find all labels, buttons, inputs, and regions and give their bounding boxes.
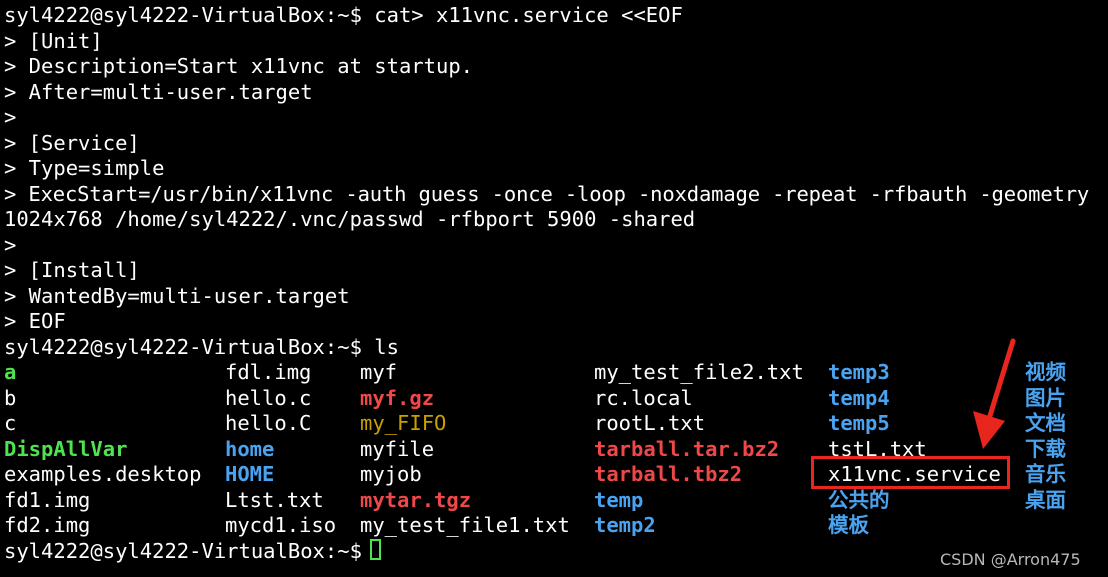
file-entry: temp3: [828, 360, 890, 384]
file-entry: 图片: [1025, 385, 1066, 410]
file-entry: rc.local: [594, 385, 693, 410]
terminal-prompt: syl4222@syl4222-VirtualBox:~$: [4, 539, 375, 563]
terminal-cursor[interactable]: [370, 539, 381, 560]
file-entry: home: [225, 436, 275, 461]
file-entry: 视频: [1025, 360, 1066, 384]
terminal-line: syl4222@syl4222-VirtualBox:~$ cat> x11vn…: [4, 3, 683, 27]
file-entry: my_test_file2.txt: [594, 360, 804, 384]
file-entry: 音乐: [1025, 462, 1066, 486]
file-entry: fd2.img: [4, 513, 91, 537]
file-entry: mytar.tgz: [360, 487, 472, 512]
ls-row: b hello.c myf.gz rc.local temp4 图片: [0, 386, 1108, 411]
annotation-arrow-icon: [973, 338, 1016, 449]
file-entry: hello.c: [225, 385, 312, 410]
file-entry: my_test_file1.txt: [360, 513, 570, 537]
file-entry: hello.C: [225, 411, 312, 435]
file-entry: fd1.img: [4, 487, 91, 512]
terminal-line: >: [4, 105, 17, 129]
file-entry: temp: [594, 487, 644, 512]
file-entry: mycd1.iso: [225, 513, 337, 537]
file-entry: my_FIFO: [360, 411, 447, 435]
highlight-box: [811, 456, 1010, 489]
file-entry: temp4: [828, 385, 890, 410]
file-entry: c: [4, 411, 17, 435]
terminal-line: >: [4, 233, 17, 257]
terminal-line: > After=multi-user.target: [4, 80, 313, 104]
file-entry: 桌面: [1025, 487, 1066, 512]
terminal-line: > [Install]: [4, 258, 140, 282]
terminal-prompt-line: syl4222@syl4222-VirtualBox:~$ ls: [4, 335, 399, 359]
file-entry: tarball.tbz2: [594, 462, 743, 486]
file-entry: myf: [360, 360, 398, 384]
file-entry: myfile: [360, 436, 435, 461]
file-entry: 公共的: [828, 487, 890, 512]
file-entry: a: [4, 360, 17, 384]
terminal-line: > [Service]: [4, 131, 140, 155]
terminal-line: > EOF: [4, 309, 66, 333]
terminal-line: > Type=simple: [4, 156, 165, 180]
file-entry: 下载: [1025, 436, 1066, 461]
terminal-line: > [Unit]: [4, 29, 103, 53]
file-entry: HOME: [225, 462, 275, 486]
terminal-line: > WantedBy=multi-user.target: [4, 284, 350, 308]
file-entry: rootL.txt: [594, 411, 706, 435]
file-entry: 模板: [828, 513, 869, 537]
file-entry: myjob: [360, 462, 422, 486]
file-entry: fdl.img: [225, 360, 312, 384]
file-entry: temp5: [828, 411, 890, 435]
file-entry: temp2: [594, 513, 656, 537]
watermark: CSDN @Arron475: [940, 550, 1081, 569]
file-entry: b: [4, 385, 17, 410]
file-entry: tarball.tar.bz2: [594, 436, 780, 461]
file-entry: Ltst.txt: [225, 487, 324, 512]
ls-row: fd2.img mycd1.iso my_test_file1.txt temp2 模板: [0, 513, 1108, 538]
file-entry: 文档: [1025, 411, 1066, 435]
terminal-line: > Description=Start x11vnc at startup.: [4, 54, 473, 78]
terminal-window[interactable]: syl4222@syl4222-VirtualBox:~$ cat> x11vn…: [0, 0, 1108, 577]
file-entry: examples.desktop: [4, 462, 202, 486]
file-entry: myf.gz: [360, 385, 435, 410]
ls-row: c hello.C my_FIFO rootL.txt temp5 文档: [0, 411, 1108, 436]
ls-row: fd1.img Ltst.txt mytar.tgz temp 公共的 桌面: [0, 488, 1108, 513]
terminal-line: 1024x768 /home/syl4222/.vnc/passwd -rfbp…: [4, 207, 696, 231]
terminal-line: > ExecStart=/usr/bin/x11vnc -auth guess …: [4, 182, 1090, 206]
ls-row: a fdl.img myf my_test_file2.txt temp3 视频: [0, 360, 1108, 385]
file-entry: DispAllVar: [4, 436, 128, 461]
